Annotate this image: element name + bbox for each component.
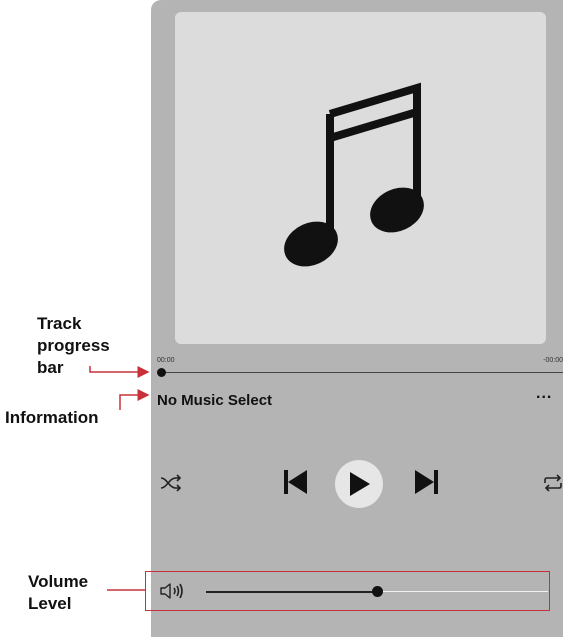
next-icon: [415, 470, 438, 494]
play-button[interactable]: [335, 460, 383, 508]
time-remaining: -00:00: [543, 357, 563, 364]
shuffle-button[interactable]: [159, 472, 183, 494]
annotation-line: Volume: [28, 572, 89, 591]
repeat-icon: [544, 474, 562, 492]
album-artwork: [175, 12, 546, 344]
more-options-button[interactable]: ...: [536, 385, 552, 403]
play-icon: [350, 472, 370, 496]
music-player: 00:00 -00:00 No Music Select ...: [151, 0, 563, 637]
annotation-volume-level: Volume Level: [28, 571, 118, 615]
volume-slider-filled[interactable]: [206, 591, 378, 593]
music-note-icon: [284, 82, 424, 267]
shuffle-icon: [160, 474, 182, 492]
speaker-icon[interactable]: [159, 581, 187, 601]
annotation-line: Track: [37, 314, 82, 333]
repeat-button[interactable]: [541, 472, 563, 494]
previous-button[interactable]: [283, 468, 309, 496]
time-elapsed: 00:00: [157, 357, 175, 364]
annotation-track-progress: Track progress bar: [37, 313, 147, 379]
previous-icon: [284, 470, 307, 494]
annotation-line: bar: [37, 358, 64, 377]
next-button[interactable]: [413, 468, 439, 496]
track-title: No Music Select: [157, 392, 273, 409]
annotation-line: progress: [37, 336, 110, 355]
volume-slider-track[interactable]: [378, 591, 548, 592]
annotation-information: Information: [5, 408, 99, 427]
annotation-line: Level: [28, 594, 72, 613]
volume-slider-knob[interactable]: [372, 586, 383, 597]
track-progress-bar[interactable]: [161, 372, 563, 373]
track-progress-knob[interactable]: [157, 368, 166, 377]
